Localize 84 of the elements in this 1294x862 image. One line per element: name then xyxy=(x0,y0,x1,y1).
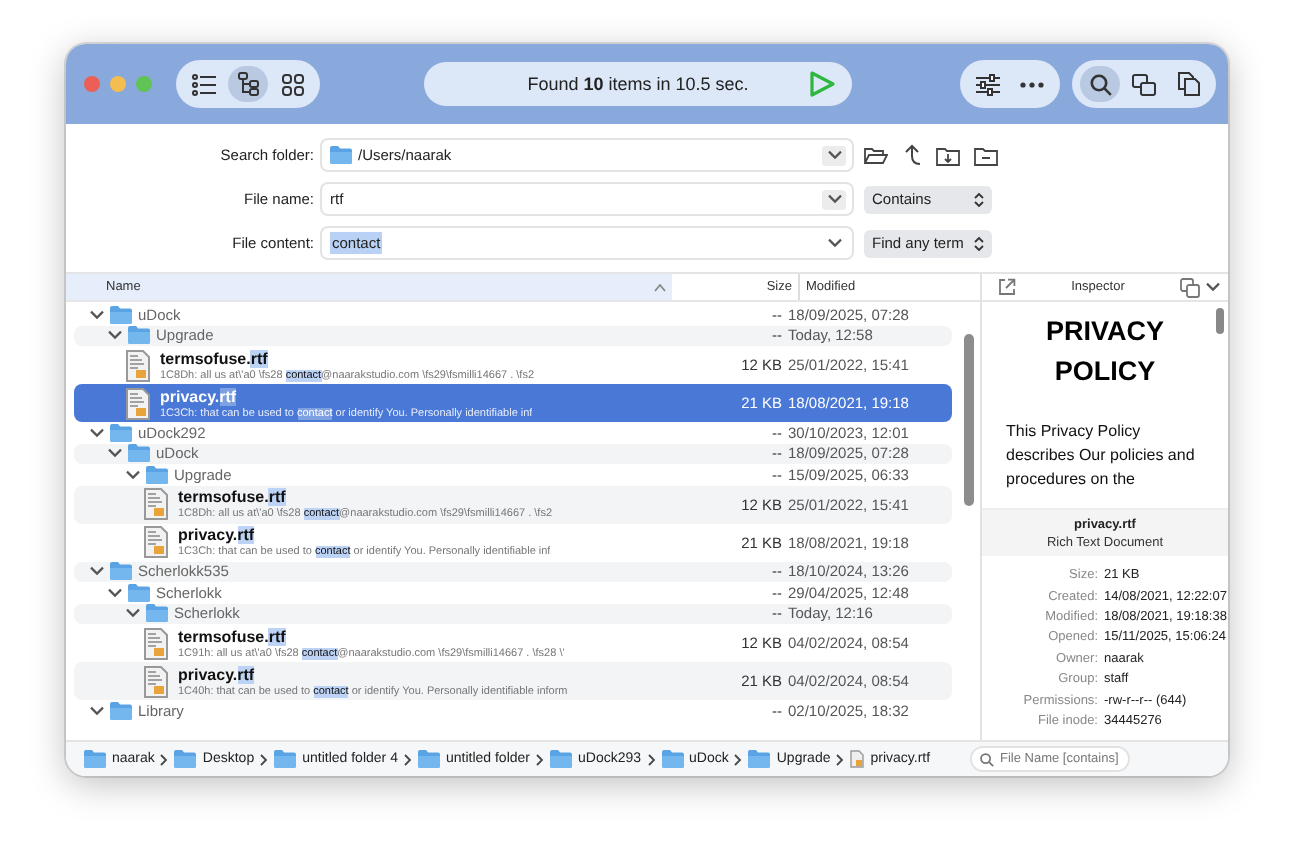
document-icon xyxy=(126,349,150,381)
document-icon xyxy=(144,665,168,697)
grid-view-icon xyxy=(281,73,303,95)
tree-view-button[interactable] xyxy=(228,66,268,102)
folder-icon xyxy=(110,562,132,581)
chevron-down-icon[interactable] xyxy=(90,705,104,716)
file-name: termsofuse.rtf xyxy=(178,488,288,506)
scrollbar[interactable] xyxy=(1216,308,1224,334)
chevron-right-icon xyxy=(536,753,544,765)
file-name: privacy.rtf xyxy=(178,526,257,544)
list-view-icon xyxy=(192,73,216,95)
folder-icon xyxy=(661,750,684,768)
preview-heading: PRIVACY POLICY xyxy=(1043,314,1166,390)
search-button[interactable] xyxy=(1080,66,1120,102)
open-folder-button[interactable] xyxy=(864,145,888,165)
status-text: Found 10 items in 10.5 sec. xyxy=(527,74,749,94)
document-icon xyxy=(144,526,168,558)
documents-icon xyxy=(1177,72,1199,96)
chevron-down-icon[interactable] xyxy=(90,566,104,577)
dropdown-button[interactable] xyxy=(822,145,846,165)
folder-download-icon xyxy=(936,145,960,165)
chevron-right-icon xyxy=(647,753,656,765)
open-external-button[interactable] xyxy=(998,278,1016,296)
play-icon xyxy=(808,70,836,98)
chevron-down-icon[interactable] xyxy=(108,587,122,598)
open-folder-icon xyxy=(864,145,888,165)
chevron-down-icon[interactable] xyxy=(108,330,122,341)
tree-view-icon xyxy=(237,72,259,96)
file-name: privacy.rtf xyxy=(160,387,239,405)
document-icon xyxy=(850,750,865,768)
folder-icon xyxy=(128,326,150,345)
folder-icon xyxy=(128,444,150,463)
overlapping-windows-icon xyxy=(1132,73,1156,95)
up-arrow-button[interactable] xyxy=(902,144,922,166)
document-icon xyxy=(126,387,150,419)
folder-icon xyxy=(110,423,132,442)
folder-minus-icon xyxy=(974,145,998,165)
chevron-down-icon xyxy=(827,194,841,204)
chevron-down-icon[interactable] xyxy=(108,448,122,459)
up-arrow-icon xyxy=(902,144,922,166)
more-icon xyxy=(1020,81,1044,87)
folder-icon xyxy=(330,146,352,164)
folder-icon xyxy=(146,465,168,484)
file-name: termsofuse.rtf xyxy=(160,349,270,367)
search-icon xyxy=(980,751,994,767)
dropdown-button[interactable] xyxy=(822,189,846,209)
folder-icon xyxy=(146,604,168,623)
preview-paragraph: This Privacy Policy describes Our policies and procedures on the xyxy=(1006,420,1197,492)
folder-download-button[interactable] xyxy=(936,145,960,165)
sort-caret-icon xyxy=(654,283,666,291)
chevron-right-icon xyxy=(403,753,412,765)
folder-icon xyxy=(274,750,297,768)
sliders-icon xyxy=(976,73,1000,95)
folder-icon xyxy=(110,701,132,720)
chevron-right-icon xyxy=(836,753,845,765)
chevron-down-icon xyxy=(827,150,841,160)
chevron-right-icon xyxy=(734,753,743,765)
folder-icon xyxy=(550,750,572,768)
folder-icon xyxy=(748,750,771,768)
folder-icon xyxy=(84,750,106,768)
chevron-right-icon xyxy=(160,753,169,765)
chevron-down-icon[interactable] xyxy=(126,608,140,619)
external-link-icon xyxy=(998,278,1016,296)
document-icon xyxy=(144,488,168,520)
folder-icon xyxy=(417,750,440,768)
chevron-down-icon[interactable] xyxy=(90,309,104,320)
folder-icon xyxy=(128,583,150,602)
file-name: privacy.rtf xyxy=(178,665,257,683)
chevron-down-icon[interactable] xyxy=(1206,282,1220,292)
file-name: termsofuse.rtf xyxy=(178,627,288,645)
folder-icon xyxy=(110,305,132,324)
folder-minus-button[interactable] xyxy=(974,145,998,165)
updown-icon xyxy=(974,235,984,251)
document-icon xyxy=(144,627,168,659)
search-icon xyxy=(1089,73,1111,95)
scrollbar[interactable] xyxy=(964,334,974,506)
chevron-down-icon[interactable] xyxy=(126,469,140,480)
chevron-down-icon xyxy=(827,238,841,248)
chevron-right-icon xyxy=(260,753,269,765)
updown-icon xyxy=(974,191,984,207)
overlapping-squares-icon[interactable] xyxy=(1180,277,1200,297)
chevron-down-icon[interactable] xyxy=(90,427,104,438)
folder-icon xyxy=(174,750,197,768)
dropdown-button[interactable] xyxy=(822,233,846,253)
